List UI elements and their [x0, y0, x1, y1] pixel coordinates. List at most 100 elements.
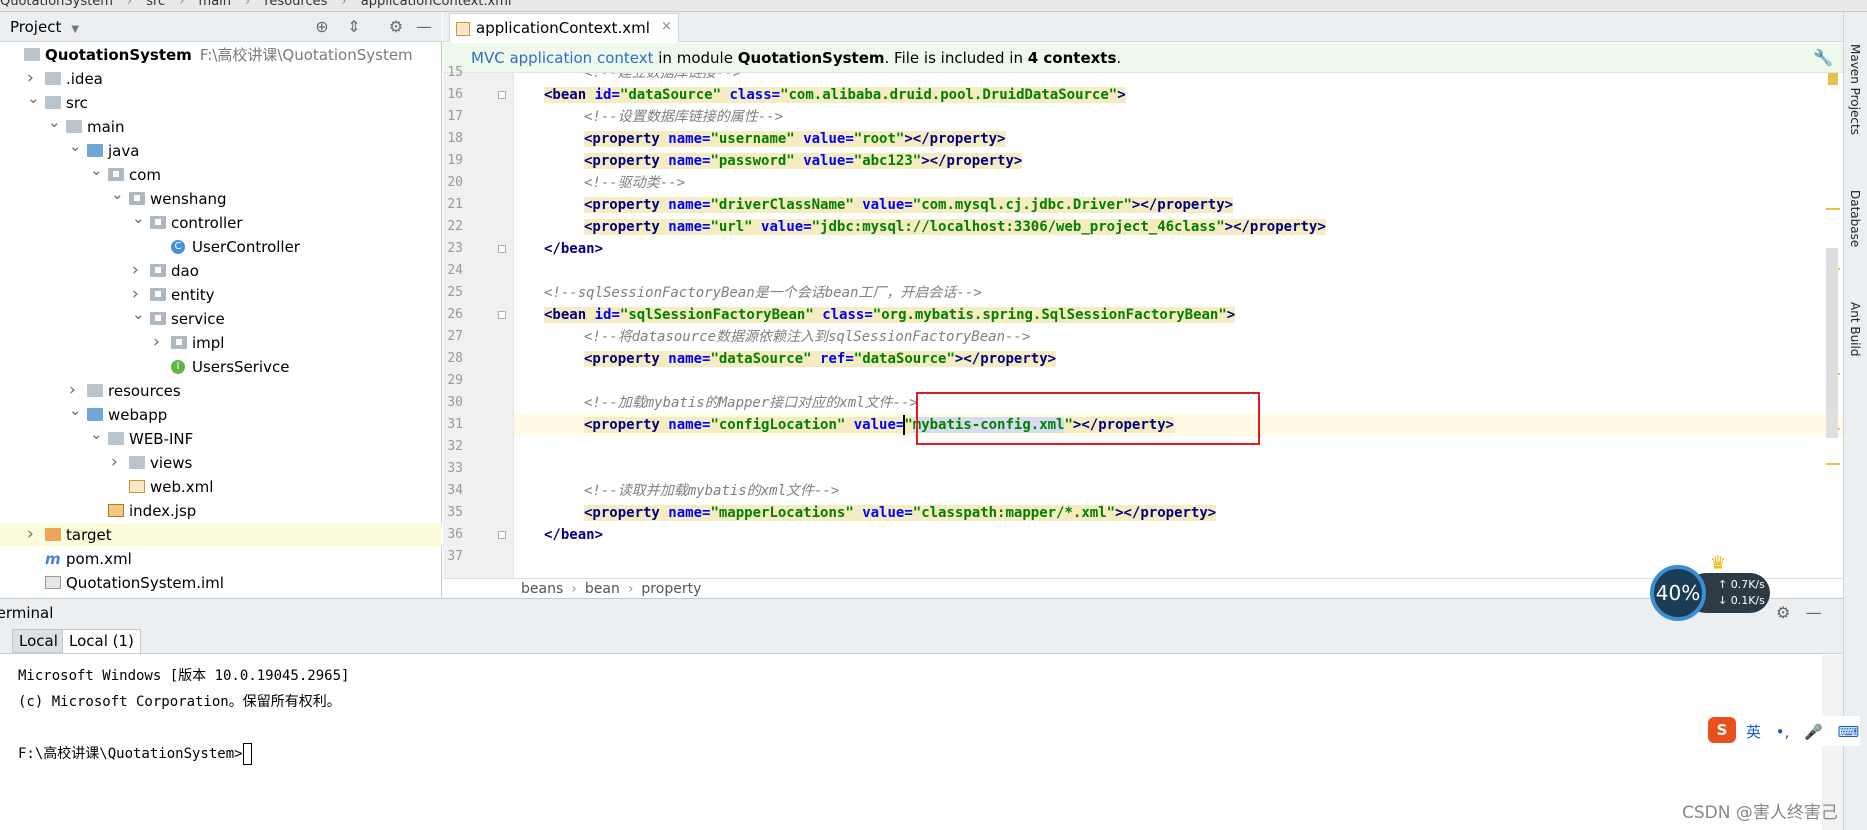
code-line[interactable]: <!--驱动类--> [514, 172, 1843, 194]
mvc-context-link[interactable]: MVC application context [471, 49, 654, 67]
tree-item[interactable]: › resources [0, 379, 442, 403]
code-editor[interactable]: <!--建立数据库链接--> <bean id="dataSource" clas… [513, 73, 1843, 578]
tree-item[interactable]: › target [0, 523, 442, 547]
tree-item[interactable]: m pom.xml [0, 547, 442, 571]
maven-projects-tab[interactable]: Maven Projects [1848, 44, 1862, 135]
chevron-down-icon[interactable]: ⌄ [48, 110, 61, 134]
warning-marker[interactable] [1828, 73, 1838, 85]
tree-item[interactable]: ⌄ java [0, 137, 442, 163]
tree-item[interactable]: web.xml [0, 475, 442, 499]
wrench-icon[interactable]: 🔧 [1813, 43, 1833, 73]
tree-item[interactable]: ⌄ WEB-INF [0, 425, 442, 451]
xml-crumb[interactable]: bean [585, 581, 620, 597]
chevron-down-icon[interactable]: ⌄ [90, 158, 103, 182]
tree-item[interactable]: › views [0, 451, 442, 475]
fold-icon[interactable] [498, 531, 506, 539]
chevron-right-icon[interactable]: › [111, 450, 123, 474]
tree-item[interactable]: ⌄ service [0, 305, 442, 331]
tree-item[interactable]: QuotationSystem F:\高校讲课\QuotationSystem [0, 43, 442, 67]
breadcrumb-item[interactable]: main [199, 0, 231, 9]
minimize-icon[interactable]: — [414, 17, 434, 37]
chevron-down-icon[interactable]: ⌄ [132, 206, 145, 230]
database-tab[interactable]: Database [1848, 190, 1862, 247]
minimize-icon[interactable]: — [1806, 603, 1822, 622]
marker[interactable] [1826, 208, 1840, 210]
sogou-logo-icon[interactable]: S [1708, 717, 1736, 743]
code-line[interactable]: <property name="driverClassName" value="… [514, 194, 1843, 216]
ime-language-toggle[interactable]: 英 [1746, 723, 1761, 741]
tree-item[interactable]: C UserController [0, 235, 442, 259]
code-line[interactable]: <!--读取并加载mybatis的xml文件--> [514, 480, 1843, 502]
code-line[interactable]: </bean> [514, 524, 1843, 546]
gear-icon[interactable]: ⚙ [1776, 603, 1790, 622]
tree-item[interactable]: › dao [0, 259, 442, 283]
chevron-down-icon[interactable]: ⌄ [90, 422, 103, 446]
chevron-down-icon[interactable]: ⌄ [69, 134, 82, 158]
chevron-down-icon[interactable]: ⌄ [69, 398, 82, 422]
code-line[interactable]: <bean id="sqlSessionFactoryBean" class="… [514, 304, 1843, 326]
terminal-output[interactable]: Microsoft Windows [版本 10.0.19045.2965] (… [0, 655, 1822, 830]
project-view-dropdown[interactable]: Project ▼ [10, 18, 79, 36]
breadcrumb-item[interactable]: applicationContext.xml [361, 0, 512, 9]
code-line[interactable]: <property name="username" value="root"><… [514, 128, 1843, 150]
xml-crumb[interactable]: property [641, 581, 701, 597]
code-line[interactable]: <bean id="dataSource" class="com.alibaba… [514, 84, 1843, 106]
tree-item[interactable]: › .idea [0, 67, 442, 91]
tree-item[interactable]: ⌄ webapp [0, 401, 442, 427]
chevron-down-icon[interactable]: ⌄ [132, 302, 145, 326]
error-stripe[interactable] [1822, 73, 1842, 598]
fold-icon[interactable] [498, 311, 506, 319]
xml-crumb[interactable]: beans [521, 581, 563, 597]
terminal-tab-local-1[interactable]: Local (1) [62, 629, 141, 653]
tree-item[interactable]: › entity [0, 283, 442, 307]
code-line[interactable]: <!--sqlSessionFactoryBean是一个会话bean工厂，开启会… [514, 282, 1843, 304]
ime-toolbar[interactable]: S 英 •, 🎤 ⌨ ▦ [1706, 716, 1860, 746]
code-line[interactable] [514, 546, 1843, 568]
tree-item[interactable]: ⌄ controller [0, 209, 442, 235]
tree-item[interactable]: index.jsp [0, 499, 442, 523]
keyboard-icon[interactable]: ⌨ [1838, 723, 1860, 741]
gear-icon[interactable]: ⚙ [386, 17, 406, 37]
chevron-right-icon[interactable]: › [132, 258, 144, 282]
close-icon[interactable]: × [661, 19, 672, 34]
tree-item[interactable]: ⌄ wenshang [0, 185, 442, 211]
code-line[interactable]: <property name="mapperLocations" value="… [514, 502, 1843, 524]
microphone-icon[interactable]: 🎤 [1804, 723, 1823, 741]
chevron-right-icon[interactable]: › [27, 522, 39, 546]
chevron-down-icon[interactable]: ⌄ [111, 182, 124, 206]
code-line[interactable]: </bean> [514, 238, 1843, 260]
tree-item[interactable]: ⌄ src [0, 89, 442, 115]
code-line[interactable]: <!--设置数据库链接的属性--> [514, 106, 1843, 128]
terminal-prompt-line: F:\高校讲课\QuotationSystem> [18, 741, 1822, 767]
tree-item[interactable]: ⌄ main [0, 113, 442, 139]
locate-icon[interactable]: ⊕ [312, 17, 332, 37]
code-line[interactable] [514, 260, 1843, 282]
chevron-right-icon[interactable]: › [153, 330, 165, 354]
code-line[interactable]: <!--将datasource数据源依赖注入到sqlSessionFactory… [514, 326, 1843, 348]
tree-item[interactable]: › impl [0, 331, 442, 355]
code-line[interactable]: <property name="dataSource" ref="dataSou… [514, 348, 1843, 370]
terminal-tab-local[interactable]: Local [12, 629, 65, 653]
punctuation-icon[interactable]: •, [1776, 723, 1790, 741]
tree-item-label: wenshang [150, 190, 227, 208]
code-line[interactable] [514, 458, 1843, 480]
tree-item[interactable]: QuotationSystem.iml [0, 571, 442, 595]
breadcrumb-item[interactable]: QuotationSystem [0, 0, 113, 9]
code-line[interactable] [514, 370, 1843, 392]
chevron-down-icon[interactable]: ⌄ [27, 86, 40, 110]
collapse-all-icon[interactable]: ⇕ [344, 17, 364, 37]
scrollbar-thumb[interactable] [1826, 248, 1838, 438]
code-line[interactable]: <!--建立数据库链接--> [514, 73, 1843, 84]
ant-build-tab[interactable]: Ant Build [1848, 302, 1862, 356]
fold-icon[interactable] [498, 91, 506, 99]
tree-item[interactable]: I UsersSerivce [0, 355, 442, 379]
marker[interactable] [1826, 463, 1840, 465]
tree-item[interactable]: ⌄ com [0, 161, 442, 187]
code-line[interactable]: <property name="password" value="abc123"… [514, 150, 1843, 172]
breadcrumb-item[interactable]: resources [264, 0, 327, 9]
network-speed-widget[interactable]: ↑ 0.7K/s ↓ 0.1K/s 40% ♛ [1650, 553, 1770, 623]
fold-icon[interactable] [498, 245, 506, 253]
tab-applicationcontext-xml[interactable]: applicationContext.xml × [449, 13, 679, 42]
breadcrumb-item[interactable]: src [146, 0, 165, 9]
code-line[interactable]: <property name="url" value="jdbc:mysql:/… [514, 216, 1843, 238]
